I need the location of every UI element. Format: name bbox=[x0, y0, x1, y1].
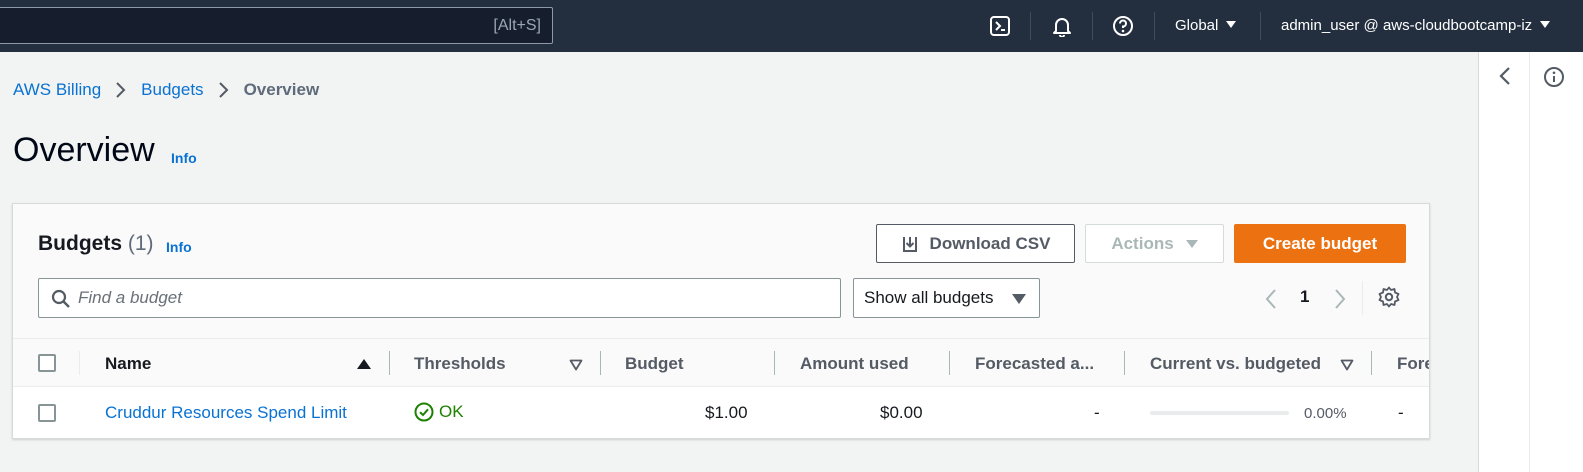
tools-divider bbox=[1529, 52, 1530, 472]
forecast-cell: - bbox=[1398, 403, 1404, 422]
region-label: Global bbox=[1175, 17, 1219, 34]
nav-separator bbox=[1260, 12, 1261, 40]
account-menu[interactable]: admin_user @ aws-cloudbootcamp-iz bbox=[1281, 17, 1551, 34]
table-row: Cruddur Resources Spend Limit OK $1.00 $… bbox=[13, 387, 1429, 438]
threshold-status: OK bbox=[414, 402, 464, 422]
column-divider[interactable] bbox=[774, 351, 775, 375]
row-checkbox[interactable] bbox=[38, 404, 56, 422]
find-budget-field[interactable] bbox=[38, 278, 841, 318]
budget-filter-select[interactable]: Show all budgets bbox=[853, 278, 1040, 318]
top-navigation: [Alt+S] Global admin_user @ aws-cloudboo… bbox=[0, 0, 1583, 52]
account-label: admin_user @ aws-cloudbootcamp-iz bbox=[1281, 17, 1533, 34]
column-divider[interactable] bbox=[1124, 351, 1125, 375]
page-title: Overview bbox=[13, 131, 155, 169]
budget-progress-percent: 0.00% bbox=[1304, 405, 1347, 422]
page-info-link[interactable]: Info bbox=[171, 150, 197, 166]
column-header-current-vs-budgeted[interactable]: Current vs. budgeted bbox=[1150, 354, 1321, 374]
breadcrumb: AWS Billing Budgets Overview bbox=[13, 80, 319, 100]
budgets-info-link[interactable]: Info bbox=[166, 239, 192, 255]
info-circle-icon[interactable] bbox=[1543, 66, 1565, 93]
amount-used: $0.00 bbox=[880, 403, 923, 422]
chevron-right-icon bbox=[218, 81, 230, 99]
column-header-thresholds[interactable]: Thresholds bbox=[414, 354, 506, 374]
column-header-name[interactable]: Name bbox=[105, 354, 151, 374]
help-icon[interactable] bbox=[1111, 14, 1135, 38]
find-budget-input[interactable] bbox=[78, 288, 818, 308]
download-icon bbox=[901, 235, 919, 253]
create-budget-button[interactable]: Create budget bbox=[1234, 224, 1406, 263]
actions-label: Actions bbox=[1111, 233, 1174, 253]
column-divider[interactable] bbox=[1371, 351, 1372, 375]
caret-down-icon bbox=[1226, 21, 1237, 28]
budgets-title: Budgets bbox=[38, 232, 122, 255]
create-budget-label: Create budget bbox=[1262, 233, 1378, 253]
column-divider[interactable] bbox=[389, 351, 390, 375]
cloudshell-icon[interactable] bbox=[988, 14, 1012, 38]
nav-separator bbox=[1154, 12, 1155, 40]
search-shortcut-hint: [Alt+S] bbox=[493, 17, 541, 34]
pagination-next-icon[interactable] bbox=[1333, 288, 1347, 315]
actions-button[interactable]: Actions bbox=[1085, 224, 1224, 263]
budget-progress-bar bbox=[1150, 411, 1289, 415]
budgets-heading: Budgets (1) bbox=[38, 232, 154, 256]
table-header: Name Thresholds Budget Amount used Forec… bbox=[13, 338, 1429, 387]
download-csv-label: Download CSV bbox=[929, 233, 1051, 253]
caret-down-icon bbox=[1185, 239, 1198, 248]
breadcrumb-budgets[interactable]: Budgets bbox=[141, 80, 203, 100]
download-csv-button[interactable]: Download CSV bbox=[876, 224, 1075, 263]
caret-down-icon bbox=[1012, 294, 1026, 304]
column-header-amount-used[interactable]: Amount used bbox=[800, 354, 909, 374]
search-icon bbox=[51, 289, 71, 314]
sort-ascending-icon[interactable] bbox=[357, 359, 371, 369]
budgets-count: (1) bbox=[127, 232, 154, 255]
global-search-input[interactable]: [Alt+S] bbox=[0, 7, 553, 44]
nav-separator bbox=[1030, 12, 1031, 40]
caret-down-icon bbox=[1540, 21, 1551, 28]
forecasted-amount: - bbox=[1094, 403, 1100, 422]
threshold-status-label: OK bbox=[439, 402, 464, 421]
region-selector[interactable]: Global bbox=[1175, 17, 1237, 34]
check-circle-icon bbox=[414, 402, 434, 422]
chevron-right-icon bbox=[115, 81, 127, 99]
gear-icon[interactable] bbox=[1378, 286, 1400, 313]
bell-icon[interactable] bbox=[1050, 14, 1074, 38]
sort-icon[interactable] bbox=[569, 358, 583, 376]
chevron-left-icon[interactable] bbox=[1497, 66, 1513, 91]
column-divider[interactable] bbox=[600, 351, 601, 375]
breadcrumb-overview: Overview bbox=[243, 80, 320, 99]
budgets-table-container: Budgets (1) Info Download CSV Actions Cr… bbox=[12, 203, 1430, 439]
sort-icon[interactable] bbox=[1340, 358, 1354, 376]
column-divider[interactable] bbox=[949, 351, 950, 375]
breadcrumb-aws-billing[interactable]: AWS Billing bbox=[13, 80, 101, 100]
budget-name-link[interactable]: Cruddur Resources Spend Limit bbox=[105, 403, 347, 423]
column-header-forecasted[interactable]: Forecasted a... bbox=[975, 354, 1094, 374]
budget-amount: $1.00 bbox=[705, 403, 748, 422]
column-header-budget[interactable]: Budget bbox=[625, 354, 684, 374]
tools-panel bbox=[1478, 52, 1583, 472]
budgets-header: Budgets (1) Info Download CSV Actions Cr… bbox=[13, 204, 1429, 338]
column-divider bbox=[79, 351, 80, 375]
nav-separator bbox=[1092, 12, 1093, 40]
pagination-divider bbox=[1362, 281, 1363, 315]
column-header-fore[interactable]: Fore bbox=[1397, 354, 1429, 374]
pagination-previous-icon[interactable] bbox=[1264, 288, 1278, 315]
budget-filter-value: Show all budgets bbox=[864, 288, 994, 307]
select-all-checkbox[interactable] bbox=[38, 354, 56, 372]
pagination-current-page[interactable]: 1 bbox=[1300, 287, 1309, 307]
